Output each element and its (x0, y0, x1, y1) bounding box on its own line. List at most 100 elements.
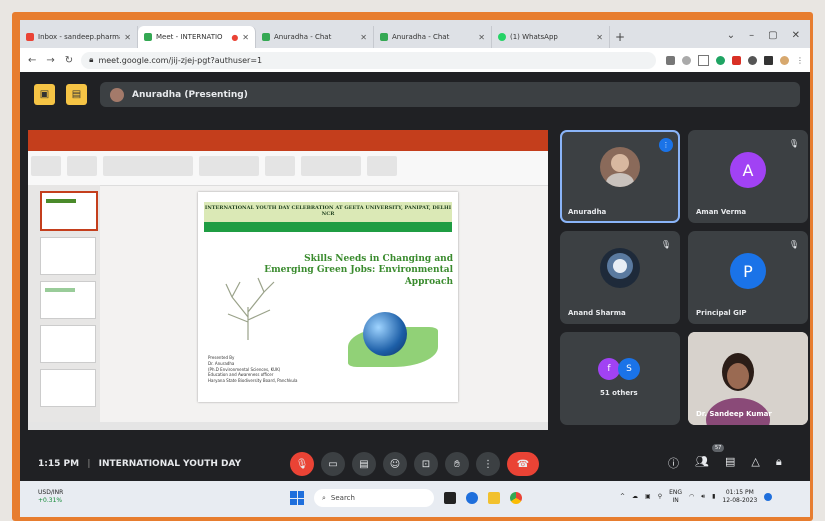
close-icon[interactable]: ✕ (124, 33, 131, 42)
participant-name: Anuradha (568, 208, 607, 216)
participant-name: Aman Verma (696, 208, 747, 216)
current-slide: INTERNATIONAL YOUTH DAY CELEBRATION AT G… (198, 192, 458, 402)
task-view-icon[interactable] (444, 492, 456, 504)
people-icon[interactable]: 👥︎ (695, 455, 709, 471)
emoji-button[interactable]: ☺ (383, 452, 407, 476)
participant-photo (600, 147, 640, 187)
info-icon[interactable]: ⓘ (668, 455, 679, 471)
lock-icon: 🔒︎ (89, 55, 94, 64)
companion-icon[interactable]: ▣ (34, 84, 55, 105)
chat-icon[interactable]: ▤ (725, 455, 735, 471)
earth-illustration (363, 312, 407, 356)
browser-tab-whatsapp[interactable]: (1) WhatsApp ✕ (492, 26, 610, 48)
chrome-icon[interactable] (510, 492, 522, 504)
windows-start-icon[interactable] (290, 491, 304, 505)
profile-avatar[interactable] (780, 55, 789, 65)
end-call-button[interactable]: ☎︎ (507, 452, 539, 476)
slide-credits: Presented By Dr. Anuradha (Ph.D Environm… (208, 355, 297, 384)
participant-tile-others[interactable]: f S 51 others (560, 332, 680, 425)
meeting-time: 1:15 PM (38, 459, 80, 469)
participant-tile-anuradha[interactable]: ⋮ Anuradha (560, 130, 680, 223)
volume-icon[interactable]: 🔊︎ (701, 493, 705, 501)
cloud-icon[interactable]: ☁︎ (632, 493, 638, 500)
clock-time: 01:15 PM (725, 489, 754, 496)
presenter-label: Anuradha (Presenting) (132, 89, 248, 100)
ppt-menubar (28, 142, 548, 151)
present-button[interactable]: ⊡ (414, 452, 438, 476)
search-placeholder: Search (330, 494, 355, 502)
back-icon[interactable]: ← (28, 55, 36, 66)
extension-icon[interactable] (732, 55, 741, 65)
close-icon[interactable]: ✕ (242, 33, 249, 42)
camera-icon[interactable] (666, 55, 675, 65)
mic-off-icon: 🎙︎ (660, 240, 671, 249)
meet-app-icon[interactable] (466, 492, 478, 504)
url-input[interactable]: 🔒︎ meet.google.com/jij-zjej-pgt?authuser… (81, 51, 656, 69)
slide-thumbnail[interactable] (40, 369, 96, 407)
star-icon[interactable] (698, 54, 709, 66)
minimize-icon[interactable]: – (749, 30, 754, 41)
notification-icon[interactable] (764, 492, 773, 501)
browser-tab-meet[interactable]: Meet - INTERNATIO ● ✕ (138, 26, 256, 48)
share-icon[interactable] (682, 55, 691, 65)
activities-icon[interactable]: △ (751, 455, 759, 471)
browser-tab-chat-1[interactable]: Anuradha - Chat ✕ (256, 26, 374, 48)
close-icon[interactable]: ✕ (478, 33, 485, 42)
participant-avatar: f (598, 358, 620, 380)
tree-illustration (225, 277, 275, 340)
mic-toggle-button[interactable]: 🎙︎ (290, 452, 314, 476)
shared-presentation: INTERNATIONAL YOUTH DAY CELEBRATION AT G… (28, 130, 548, 430)
mic-off-icon: 🎙︎ (788, 240, 799, 249)
slide-thumbnail[interactable] (40, 281, 96, 319)
browser-tab-strip: Inbox - sandeep.pharma ✕ Meet - INTERNAT… (20, 20, 810, 48)
browser-tab-chat-2[interactable]: Anuradha - Chat ✕ (374, 26, 492, 48)
meet-window: ▣ ▤ Anuradha (Presenting) INTERNATIONAL … (20, 72, 810, 517)
menu-dots-icon[interactable]: ⋮ (796, 56, 804, 65)
meet-bottom-bar: 1:15 PM | INTERNATIONAL YOUTH DAY 🎙︎ ▭ ▤… (20, 444, 810, 481)
close-window-icon[interactable]: ✕ (792, 30, 800, 41)
windows-taskbar: USD/INR +0.31% ⌕ Search ^ ☁︎ ▣ ⚲ ENG IN … (20, 481, 810, 517)
slide-thumbnail[interactable] (40, 191, 98, 231)
participant-name: Principal GIP (696, 309, 747, 317)
close-icon[interactable]: ✕ (596, 33, 603, 42)
host-controls-icon[interactable]: 🔒︎ (776, 455, 782, 471)
slide-thumbnail[interactable] (40, 325, 96, 363)
recording-dot-icon: ● (231, 32, 239, 42)
wifi-icon[interactable]: ◠ (689, 493, 694, 500)
puzzle-icon[interactable] (748, 55, 757, 65)
reload-icon[interactable]: ↻ (65, 55, 73, 66)
sidebar-icon[interactable] (764, 55, 773, 65)
battery-icon[interactable]: ▮ (712, 493, 715, 500)
participant-tile-aman-verma[interactable]: 🎙︎ A Aman Verma (688, 130, 808, 223)
close-icon[interactable]: ✕ (360, 33, 367, 42)
meet-side-controls: ⓘ 👥︎ ▤ △ 🔒︎ (668, 455, 782, 471)
language-indicator[interactable]: ENG IN (669, 489, 682, 505)
taskbar-clock[interactable]: 01:15 PM 12-08-2023 (722, 489, 757, 505)
forward-icon[interactable]: → (46, 55, 54, 66)
browser-tab-inbox[interactable]: Inbox - sandeep.pharma ✕ (20, 26, 138, 48)
stock-widget[interactable]: USD/INR +0.31% (38, 489, 63, 505)
maximize-icon[interactable]: ▢ (768, 30, 777, 41)
participant-tile-anand-sharma[interactable]: 🎙︎ Anand Sharma (560, 231, 680, 324)
more-options-button[interactable]: ⋮ (476, 452, 500, 476)
participant-tile-sandeep-kumar[interactable]: Dr. Sandeep Kumar (688, 332, 808, 425)
raise-hand-button[interactable]: ✋︎ (445, 452, 469, 476)
captions-button[interactable]: ▤ (352, 452, 376, 476)
camera-toggle-button[interactable]: ▭ (321, 452, 345, 476)
ticker-name: USD/INR (38, 489, 64, 496)
taskbar-search-input[interactable]: ⌕ Search (314, 489, 434, 507)
location-icon[interactable]: ⚲ (658, 493, 662, 500)
file-explorer-icon[interactable] (488, 492, 500, 504)
new-tab-button[interactable]: + (610, 30, 630, 48)
ppt-ribbon (28, 151, 548, 186)
language-code: ENG (669, 489, 683, 496)
layout-icon[interactable]: ▤ (66, 84, 87, 105)
extension-icon[interactable] (716, 55, 725, 65)
slide-thumbnail[interactable] (40, 237, 96, 275)
participant-photo (600, 248, 640, 288)
participant-tile-principal-gip[interactable]: 🎙︎ P Principal GIP (688, 231, 808, 324)
tab-label: Inbox - sandeep.pharma (38, 33, 121, 41)
chevron-up-icon[interactable]: ^ (620, 493, 625, 500)
network-icon[interactable]: ▣ (645, 493, 651, 500)
chevron-down-icon[interactable]: ⌄ (727, 30, 735, 41)
